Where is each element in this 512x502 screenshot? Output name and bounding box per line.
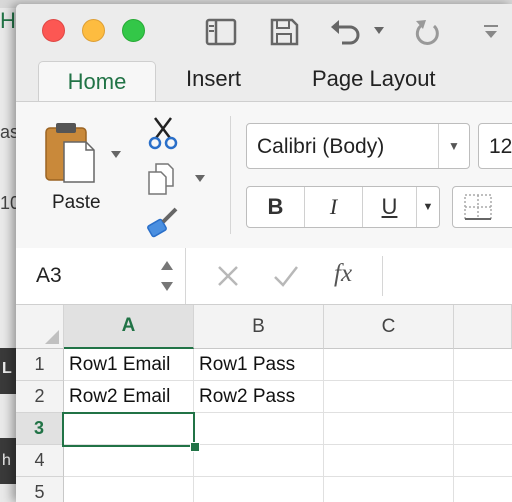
background-tab-fragment: H [0,8,16,33]
cell-d1[interactable] [454,349,512,381]
background-text-fragment: h [2,452,11,469]
borders-icon [464,194,492,220]
cell-b2[interactable]: Row2 Pass [194,381,324,413]
name-box-stepper-icon[interactable] [160,258,174,294]
paste-dropdown-icon[interactable] [110,150,122,160]
ribbon-group-separator [230,116,231,234]
title-bar [16,4,512,56]
chevron-down-icon[interactable]: ▼ [438,124,469,168]
sidebar-icon[interactable] [204,17,238,47]
row-header-1[interactable]: 1 [16,349,64,381]
cell-d4[interactable] [454,445,512,477]
row-header-3[interactable]: 3 [16,413,64,445]
cell-b5[interactable] [194,477,324,502]
tab-home[interactable]: Home [38,61,156,102]
insert-function-icon[interactable]: fx [334,260,352,288]
row-header-2[interactable]: 2 [16,381,64,413]
customize-toolbar-icon[interactable] [482,24,500,40]
column-header-c[interactable]: C [324,305,454,349]
background-text-fragment: L [2,360,12,377]
column-header-partial[interactable] [454,305,512,349]
cell-c4[interactable] [324,445,454,477]
underline-button[interactable]: U [363,187,417,227]
formula-bar-separator [382,256,383,296]
undo-icon[interactable] [328,17,364,47]
select-all-triangle-icon [45,330,59,344]
tab-page-layout[interactable]: Page Layout [312,66,436,92]
maximize-window-button[interactable] [122,19,145,42]
save-icon[interactable] [268,17,300,47]
cell-c2[interactable] [324,381,454,413]
cell-a2[interactable]: Row2 Email [64,381,194,413]
redo-icon[interactable] [412,17,444,49]
minimize-window-button[interactable] [82,19,105,42]
bold-button[interactable]: B [247,187,305,227]
paste-icon[interactable] [42,120,98,184]
cell-a4[interactable] [64,445,194,477]
cancel-formula-icon[interactable] [216,264,240,288]
select-all-corner[interactable] [16,305,64,349]
fill-handle[interactable] [190,442,200,452]
cut-icon[interactable] [148,116,178,150]
paste-label[interactable]: Paste [52,192,101,214]
cell-c3[interactable] [324,413,454,445]
format-painter-icon[interactable] [146,206,180,238]
close-window-button[interactable] [42,19,65,42]
text-format-group: B I U ▼ [246,186,440,228]
ribbon-tab-bar: Home Insert Page Layout [16,56,512,102]
cell-c1[interactable] [324,349,454,381]
name-box-value: A3 [36,264,62,287]
font-size-value: 12 [489,135,512,158]
cell-a5[interactable] [64,477,194,502]
cell-d5[interactable] [454,477,512,502]
copy-icon[interactable] [146,162,176,196]
row-header-4[interactable]: 4 [16,445,64,477]
cell-d3[interactable] [454,413,512,445]
borders-button[interactable] [452,186,512,228]
undo-dropdown-icon[interactable] [373,26,385,36]
active-cell-outline [62,412,195,447]
spreadsheet-grid: A B C 1 Row1 Email Row1 Pass 2 Row2 Emai… [16,305,512,502]
name-box[interactable]: A3 [16,248,186,304]
row-header-5[interactable]: 5 [16,477,64,502]
tab-insert[interactable]: Insert [186,66,241,92]
confirm-formula-icon[interactable] [272,264,300,288]
column-header-b[interactable]: B [194,305,324,349]
cell-d2[interactable] [454,381,512,413]
font-name-dropdown[interactable]: Calibri (Body) ▼ [246,123,470,169]
cell-c5[interactable] [324,477,454,502]
column-header-a[interactable]: A [64,305,194,349]
font-name-value: Calibri (Body) [257,135,385,158]
cell-b4[interactable] [194,445,324,477]
cell-b1[interactable]: Row1 Pass [194,349,324,381]
underline-dropdown-icon[interactable]: ▼ [417,187,439,227]
copy-dropdown-icon[interactable] [194,174,206,184]
cell-b3[interactable] [194,413,324,445]
excel-window: Home Insert Page Layout Paste Calibri (B… [16,4,512,502]
font-size-dropdown[interactable]: 12 [478,123,512,169]
cell-a1[interactable]: Row1 Email [64,349,194,381]
ribbon-home-panel: Paste Calibri (Body) ▼ 12 B I U ▼ [16,101,512,249]
italic-button[interactable]: I [305,187,363,227]
formula-bar: A3 fx [16,248,512,305]
